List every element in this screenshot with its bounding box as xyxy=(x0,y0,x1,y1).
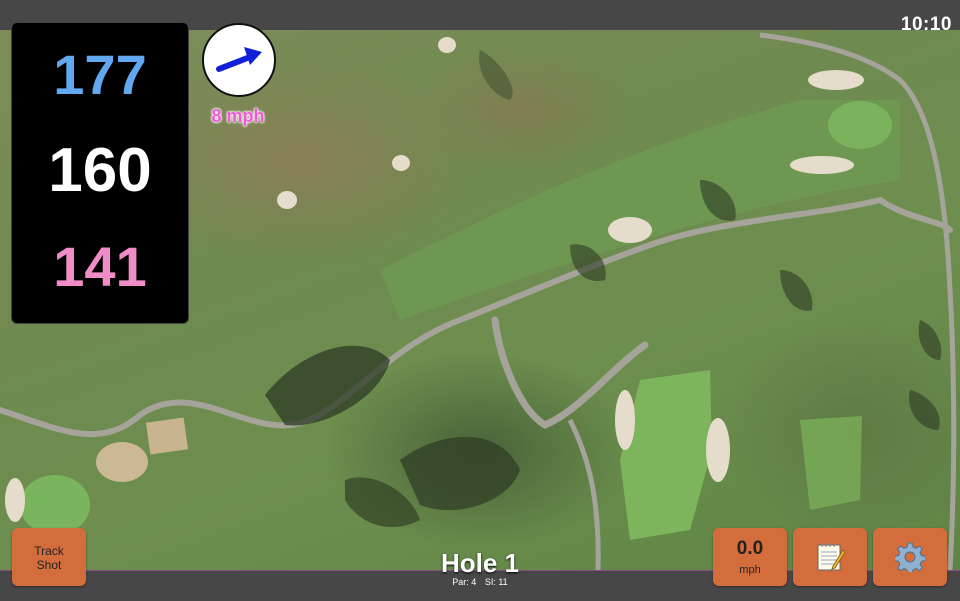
speed-unit: mph xyxy=(739,564,761,576)
wind-direction-arrow-icon xyxy=(216,47,262,72)
notes-button[interactable] xyxy=(793,528,867,586)
front-yardage: 141 xyxy=(53,235,147,298)
track-shot-button[interactable]: Track Shot xyxy=(12,528,86,586)
back-yardage: 177 xyxy=(53,43,147,106)
hole-par: Par: 4 xyxy=(452,577,477,587)
wind-speed: 8 mph xyxy=(211,106,265,126)
gear-icon xyxy=(895,542,925,572)
speed-value: 0.0 xyxy=(736,538,764,559)
speed-button[interactable]: 0.0 mph xyxy=(713,528,787,586)
settings-button[interactable] xyxy=(873,528,947,586)
track-shot-label-line2: Shot xyxy=(36,558,62,572)
track-shot-label-line1: Track xyxy=(34,544,64,558)
notepad-icon xyxy=(817,543,845,571)
hole-info: Par: 4 SI: 11 xyxy=(380,577,580,587)
middle-yardage: 160 xyxy=(48,136,152,205)
wind-indicator xyxy=(202,23,276,97)
hole-stroke-index: SI: 11 xyxy=(484,577,508,587)
yardage-panel: 177 160 141 xyxy=(11,22,189,324)
hole-title: Hole 1 xyxy=(440,548,520,578)
